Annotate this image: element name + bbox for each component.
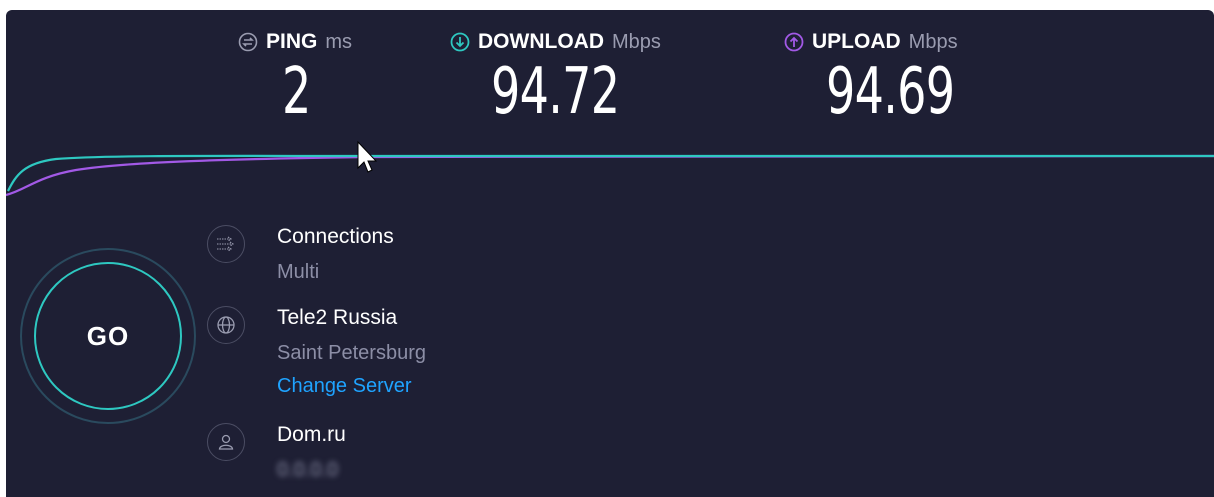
go-button-wrapper: GO <box>20 248 196 424</box>
user-icon <box>218 434 234 450</box>
server-location: Saint Petersburg <box>277 342 426 364</box>
upload-graph-line <box>6 154 1214 197</box>
speedtest-panel: PING ms 2 DOWNLOAD Mbps 94.72 UPLOAD Mbp… <box>6 10 1214 497</box>
isp-ip-address: 0.0.0.0 <box>277 459 339 481</box>
ping-value: 2 <box>282 55 311 129</box>
upload-unit: Mbps <box>908 30 958 53</box>
upload-arrow-icon <box>784 32 804 52</box>
ping-metric: PING ms 2 <box>238 30 352 124</box>
download-metric: DOWNLOAD Mbps 94.72 <box>450 30 669 124</box>
download-label: DOWNLOAD <box>478 30 604 53</box>
connections-icon <box>217 236 234 252</box>
speed-graph <box>6 140 1214 197</box>
ping-unit: ms <box>325 30 353 53</box>
ping-label: PING <box>266 30 318 53</box>
download-unit: Mbps <box>611 30 661 53</box>
globe-icon <box>217 316 235 334</box>
connections-label: Connections <box>277 225 394 248</box>
connections-value: Multi <box>277 261 320 283</box>
server-name: Tele2 Russia <box>277 306 398 329</box>
download-value: 94.72 <box>491 55 620 129</box>
isp-name: Dom.ru <box>277 423 346 446</box>
go-button[interactable]: GO <box>34 262 182 410</box>
change-server-link[interactable]: Change Server <box>277 375 412 398</box>
upload-label: UPLOAD <box>812 30 901 53</box>
upload-value: 94.69 <box>826 55 955 129</box>
ping-icon <box>238 32 258 52</box>
upload-metric: UPLOAD Mbps 94.69 <box>784 30 1004 124</box>
download-arrow-icon <box>450 32 470 52</box>
